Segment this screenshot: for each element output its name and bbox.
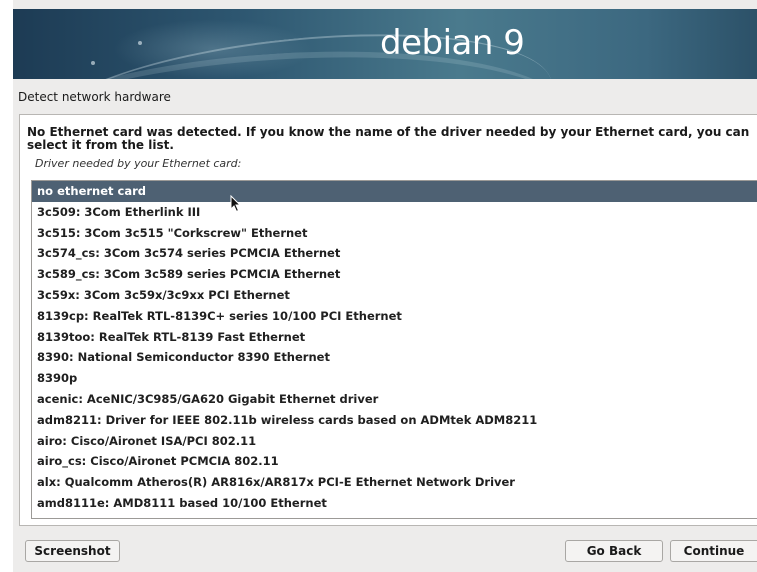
driver-list-item[interactable]: airo_cs: Cisco/Aironet PCMCIA 802.11 (32, 451, 757, 472)
banner-sparkle (138, 41, 142, 45)
go-back-button[interactable]: Go Back (565, 540, 663, 562)
driver-list-item[interactable]: 3c515: 3Com 3c515 "Corkscrew" Ethernet (32, 223, 757, 244)
banner-title: debian 9 (380, 23, 525, 63)
banner-sparkle (91, 61, 95, 65)
driver-list-item[interactable]: 8390: National Semiconductor 8390 Ethern… (32, 347, 757, 368)
driver-list-item[interactable]: alx: Qualcomm Atheros(R) AR816x/AR817x P… (32, 472, 757, 493)
driver-list-item[interactable]: adm8211: Driver for IEEE 802.11b wireles… (32, 410, 757, 431)
step-title: Detect network hardware (18, 90, 171, 104)
debian-banner: debian 9 (13, 9, 757, 79)
installer-window: debian 9 Detect network hardware No Ethe… (13, 0, 757, 572)
driver-list-item[interactable]: 3c589_cs: 3Com 3c589 series PCMCIA Ether… (32, 264, 757, 285)
driver-list-label: Driver needed by your Ethernet card: (35, 157, 242, 170)
mouse-pointer-icon (230, 195, 242, 213)
driver-list-item[interactable]: 3c574_cs: 3Com 3c574 series PCMCIA Ether… (32, 243, 757, 264)
driver-list-item[interactable]: 3c509: 3Com Etherlink III (32, 202, 757, 223)
driver-list-item[interactable]: 8139cp: RealTek RTL-8139C+ series 10/100… (32, 306, 757, 327)
instruction-message: No Ethernet card was detected. If you kn… (27, 125, 750, 152)
screenshot-button[interactable]: Screenshot (25, 540, 120, 562)
driver-list-item[interactable]: 8390p (32, 368, 757, 389)
driver-list-item[interactable]: no ethernet card (32, 181, 757, 202)
driver-list[interactable]: no ethernet card 3c509: 3Com Etherlink II… (31, 180, 757, 519)
driver-list-item[interactable]: acenic: AceNIC/3C985/GA620 Gigabit Ether… (32, 389, 757, 410)
driver-list-item[interactable]: 8139too: RealTek RTL-8139 Fast Ethernet (32, 327, 757, 348)
driver-list-item[interactable]: 3c59x: 3Com 3c59x/3c9xx PCI Ethernet (32, 285, 757, 306)
continue-button[interactable]: Continue (670, 540, 757, 562)
driver-list-item[interactable]: amd8111e: AMD8111 based 10/100 Ethernet (32, 493, 757, 514)
driver-list-item[interactable]: airo: Cisco/Aironet ISA/PCI 802.11 (32, 431, 757, 452)
